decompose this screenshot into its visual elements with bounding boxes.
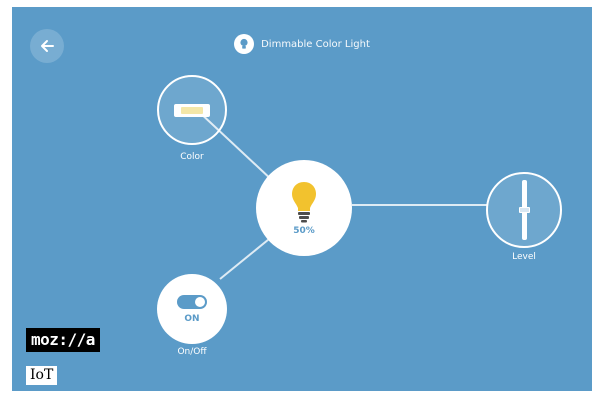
page-title: Dimmable Color Light — [261, 38, 370, 50]
iot-logo: IoT — [26, 366, 58, 385]
lightbulb-icon — [234, 34, 255, 54]
mozilla-logo: moz://a — [26, 328, 100, 352]
light-toggle-button[interactable]: 50% — [256, 160, 352, 256]
level-readout: 50% — [293, 226, 315, 236]
slider-icon — [518, 180, 530, 240]
slider-thumb[interactable] — [518, 207, 530, 213]
color-swatch-icon — [174, 103, 210, 117]
onoff-property-button[interactable]: ON — [157, 274, 227, 344]
onoff-label: On/Off — [177, 347, 207, 357]
color-swatch-fill — [181, 106, 203, 114]
header: Dimmable Color Light — [12, 34, 592, 54]
toggle-icon — [177, 294, 207, 309]
onoff-state: ON — [184, 313, 200, 324]
connector-onoff — [219, 234, 275, 280]
thing-detail-screen: Dimmable Color Light Color 50% Level ON … — [12, 7, 592, 391]
level-label: Level — [512, 252, 536, 262]
toggle-knob — [195, 296, 205, 307]
color-label: Color — [180, 152, 204, 162]
level-property-button[interactable] — [486, 172, 562, 248]
color-property-button[interactable] — [157, 75, 227, 145]
lightbulb-icon — [292, 182, 316, 223]
